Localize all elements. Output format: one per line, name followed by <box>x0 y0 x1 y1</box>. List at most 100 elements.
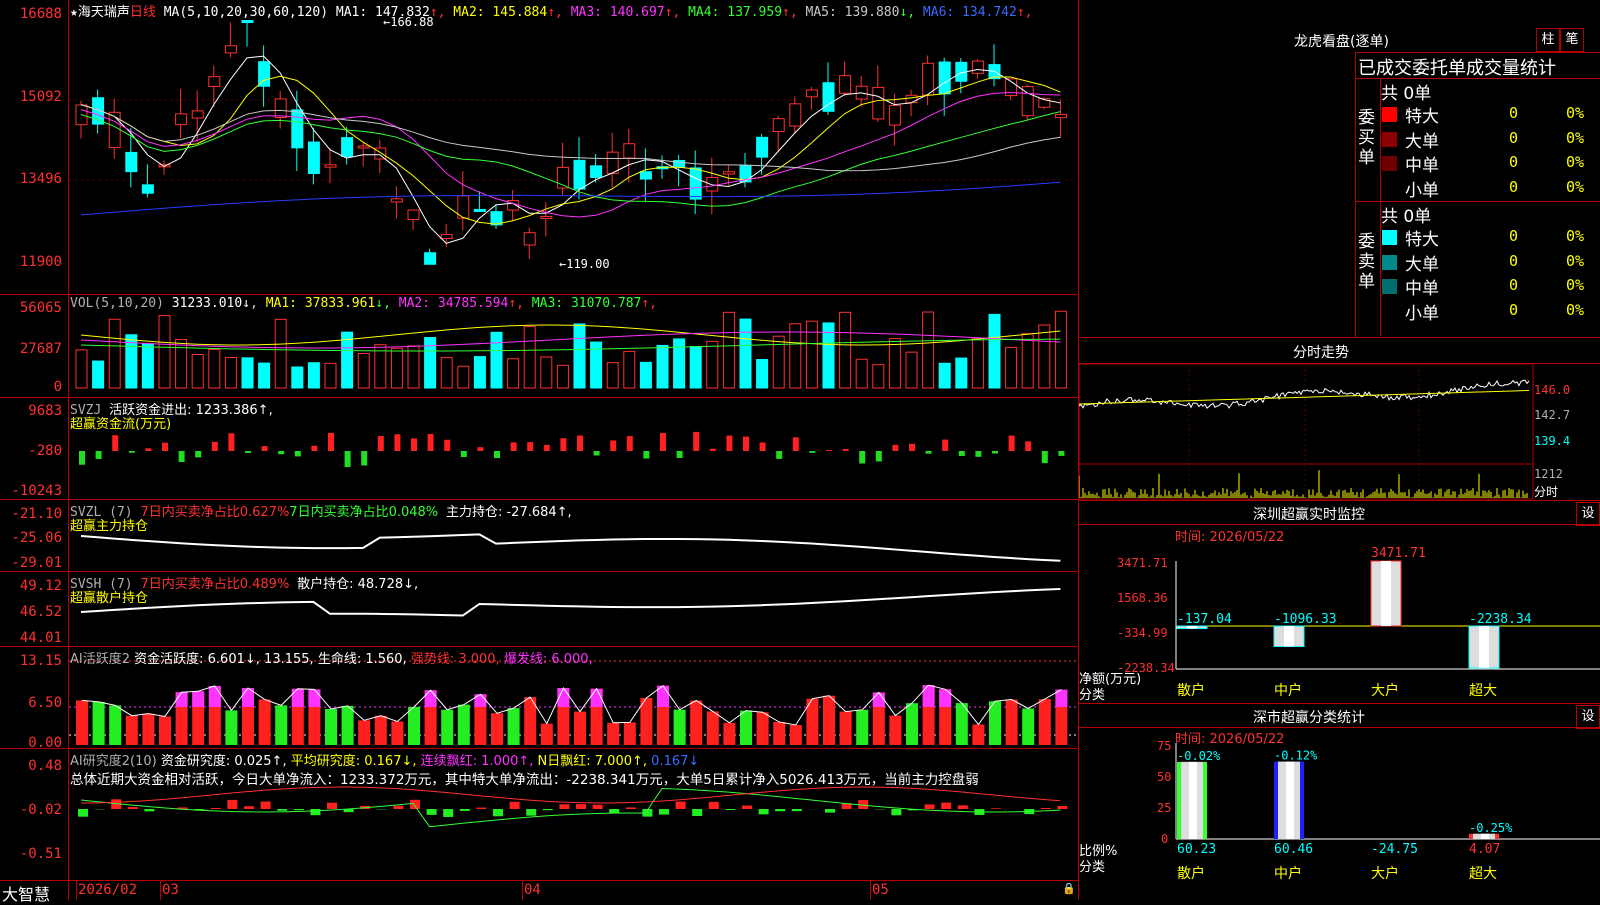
intraday-axis-label: 1212 <box>1534 467 1563 481</box>
monitor-chart[interactable]: -137.04散户-1096.33中户3471.71大户-2238.34超大 <box>1079 524 1600 702</box>
classify-chart[interactable]: -0.02%60.23散户-0.12%60.46中户-24.75大户-0.25%… <box>1079 727 1600 900</box>
candle <box>723 172 734 174</box>
order-type-label: 中单 <box>1405 151 1439 176</box>
monitor-category-label: 超大 <box>1469 683 1497 699</box>
order-percent: 0% <box>1566 153 1584 171</box>
volume-bar <box>458 366 469 388</box>
fund-flow-bar <box>743 437 749 451</box>
ai-summary-text: 总体近期大资金相对活跃，今日大单净流入：1233.372万元，其中特大单净流出：… <box>70 768 979 788</box>
volume-bar <box>856 359 867 388</box>
volume-bar <box>989 314 1000 388</box>
activity-bar-top <box>192 691 204 707</box>
volume-bar <box>408 346 419 388</box>
volume-bar <box>342 332 353 388</box>
candle <box>292 110 303 148</box>
research-bar <box>576 804 586 809</box>
fund-flow-bar <box>1009 436 1015 451</box>
activity-bar-top <box>873 692 885 707</box>
volume-bar <box>657 345 668 388</box>
classify-category-label: 中户 <box>1274 865 1302 882</box>
volume-bar <box>1055 311 1066 388</box>
volume-bar <box>176 340 187 388</box>
volume-bar <box>557 365 568 388</box>
fund-flow-bar <box>1042 451 1048 463</box>
date-tick <box>160 880 161 900</box>
research-bar <box>626 807 636 809</box>
intraday-title: 分时走势 <box>1293 342 1349 362</box>
research-bar <box>493 809 503 816</box>
research-bar <box>310 809 320 815</box>
volume-bar <box>441 358 452 388</box>
research-bar <box>559 804 569 809</box>
volume-bar <box>923 312 934 388</box>
lock-icon[interactable]: 🔒 <box>1062 882 1076 895</box>
fund-flow-bar <box>992 451 998 453</box>
order-count: 0 <box>1509 301 1518 319</box>
sell-side-label: 委卖单 <box>1358 232 1378 292</box>
volume-bar <box>76 350 87 388</box>
fund-flow-bar <box>278 451 284 454</box>
activity-bar <box>259 699 271 745</box>
svsh-value: 散户持仓: 48.728↓, <box>297 577 418 592</box>
research-bar <box>410 800 420 809</box>
volume-bar <box>225 358 236 388</box>
activity-bar <box>574 712 586 745</box>
fund-flow-bar <box>726 436 732 451</box>
monitor-value-label: -1096.33 <box>1274 612 1337 627</box>
date-tick <box>522 880 523 900</box>
fund-flow-bar <box>627 436 633 451</box>
classify-bottom-value: 60.23 <box>1177 842 1216 857</box>
fund-flow-bar <box>959 451 965 456</box>
activity-bar-top <box>209 686 221 707</box>
volume-bar <box>607 363 618 388</box>
order-type-label: 小单 <box>1405 299 1439 324</box>
candle <box>441 234 452 238</box>
activity-bar <box>275 705 287 745</box>
fund-flow-bar <box>693 432 699 451</box>
activity-bar <box>225 710 237 745</box>
volume-bar <box>956 358 967 388</box>
research-bar <box>825 809 835 813</box>
volume-bar <box>690 347 701 388</box>
fund-flow-bar <box>527 442 533 451</box>
research-bar <box>443 809 453 817</box>
research-bar <box>543 809 553 810</box>
vol-header: VOL(5,10,20) 31233.010↓, MA1: 37833.961↓… <box>70 296 657 311</box>
activity-bar-top <box>939 689 951 707</box>
activity-bar <box>1006 699 1018 745</box>
fund-flow-bar <box>577 435 583 451</box>
monitor-value-label: -2238.34 <box>1469 612 1532 627</box>
classify-title: 深市超赢分类统计 <box>1253 707 1365 727</box>
candle <box>126 152 137 171</box>
longhu-title: 龙虎看盘(逐单) <box>1294 31 1389 51</box>
vol-ma-line <box>81 332 1060 348</box>
fund-flow-bar <box>245 451 251 453</box>
research-bar <box>792 809 802 811</box>
bar-view-button[interactable]: 柱 <box>1536 28 1560 52</box>
activity-bar <box>491 713 503 745</box>
fund-flow-bar <box>428 434 434 451</box>
fund-flow-bar <box>361 451 367 466</box>
ma-value-1: MA1: 37833.961 <box>266 296 376 311</box>
fund-flow-bar <box>262 446 268 451</box>
main-chart-area[interactable]: ★海天瑞声日线 MA(5,10,20,30,60,120) MA1: 147.8… <box>0 0 1078 900</box>
classify-settings-button[interactable]: 设 <box>1576 705 1600 729</box>
svzj-sub: 超赢资金流(万元) <box>70 413 171 432</box>
volume-bar <box>674 339 685 388</box>
activity-bar <box>707 711 719 745</box>
research-bar <box>78 809 88 817</box>
tick-view-button[interactable]: 笔 <box>1560 28 1584 52</box>
candle <box>408 210 419 219</box>
intraday-chart[interactable] <box>1079 364 1534 500</box>
activity-bar <box>757 712 769 745</box>
candle <box>840 76 851 94</box>
main-position-line <box>81 534 1060 560</box>
monitor-settings-button[interactable]: 设 <box>1576 502 1600 526</box>
volume-bar <box>972 338 983 388</box>
fund-flow-bar <box>477 447 483 451</box>
research-bar <box>526 809 536 816</box>
candle <box>425 253 436 265</box>
order-count: 0 <box>1509 276 1518 294</box>
volume-bar <box>840 312 851 388</box>
research-bar <box>941 803 951 809</box>
